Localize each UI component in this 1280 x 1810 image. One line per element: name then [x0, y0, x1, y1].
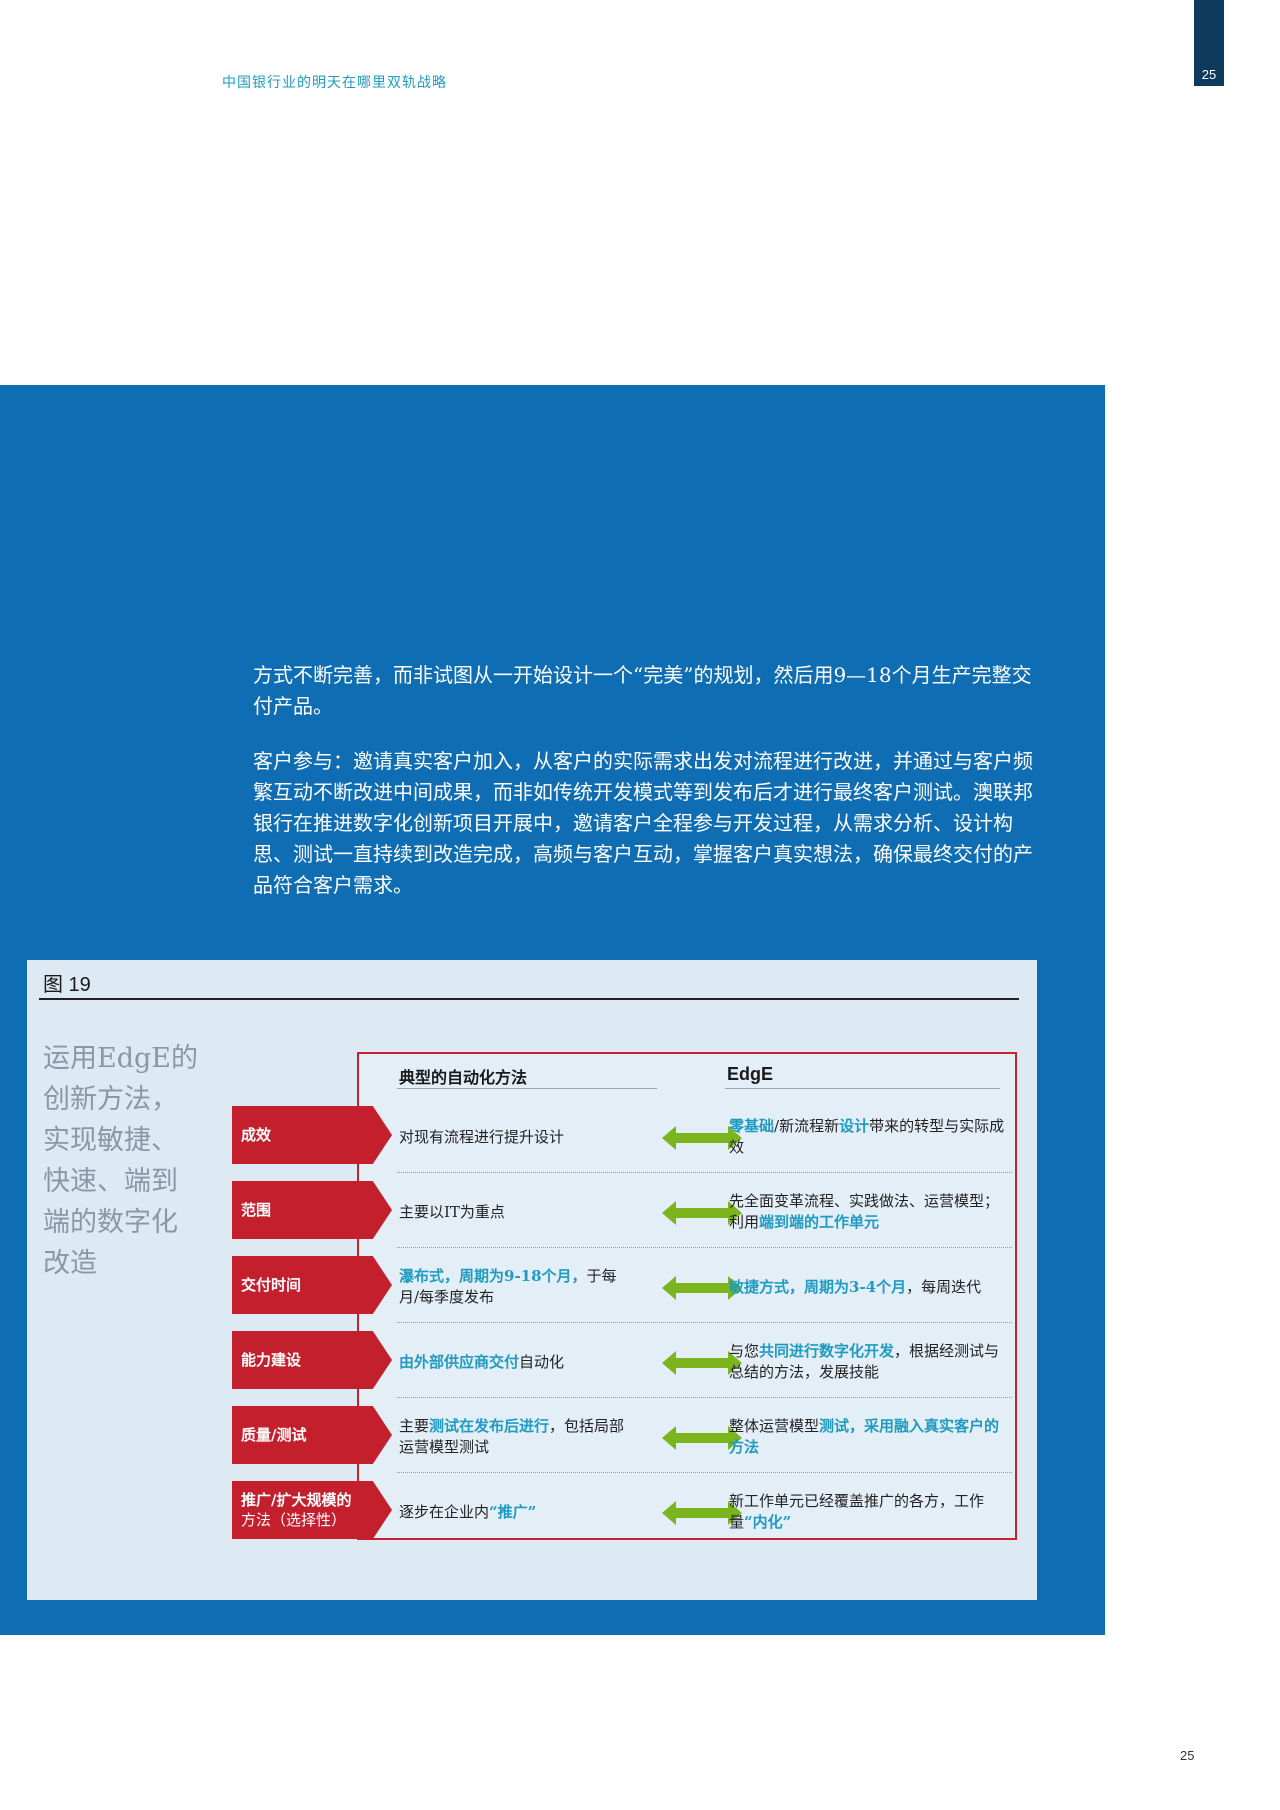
highlighted-text: 零基础: [729, 1117, 775, 1135]
row-label-text: 质量/测试: [241, 1426, 307, 1444]
edge-approach-cell: 整体运营模型测试，采用融入真实客户的方法: [729, 1408, 1009, 1466]
row-label-text: 范围: [241, 1201, 272, 1219]
highlighted-text: 敏捷方式，周期为3-4个月: [729, 1277, 907, 1296]
cell-text: 自动化: [519, 1352, 565, 1371]
edge-approach-cell: 与您共同进行数字化开发，根据经测试与总结的方法，发展技能: [729, 1333, 1009, 1391]
row-label-text: 成效: [241, 1126, 272, 1144]
comparison-row: 能力建设 由外部供应商交付自动化 与您共同进行数字化开发，根据经测试与总结的方法，发…: [232, 1325, 1022, 1400]
footer-page-number: 25: [1180, 1748, 1195, 1763]
body-text: 方式不断完善，而非试图从一开始设计一个“完美”的规划，然后用9—18个月生产完整…: [253, 660, 1038, 925]
figure-heading-line: 实现敏捷、: [43, 1125, 178, 1156]
edge-approach-cell: 先全面变革流程、实践做法、运营模型；利用端到端的工作单元: [729, 1183, 1009, 1241]
column-header-typical: 典型的自动化方法: [399, 1068, 528, 1087]
figure-label: 图 19: [43, 974, 91, 996]
highlighted-text: “内化”: [744, 1513, 792, 1531]
row-separator: [397, 1247, 1012, 1248]
column-header-rule: [397, 1088, 657, 1089]
figure-title-rule: [39, 998, 1019, 1000]
comparison-row: 交付时间 瀑布式，周期为9-18个月，于每月/每季度发布 敏捷方式，周期为3-4个月…: [232, 1250, 1022, 1325]
cell-text: 逐步在企业内: [399, 1502, 490, 1521]
row-separator: [397, 1172, 1012, 1173]
row-separator: [397, 1472, 1012, 1473]
column-header-edge: EdgE: [727, 1064, 774, 1084]
comparison-row: 推广/扩大规模的 方法（选择性） 逐步在企业内“推广” 新工作单元已经覆盖推广的各方，…: [232, 1475, 1022, 1550]
typical-approach-cell: 主要测试在发布后进行，包括局部运营模型测试: [399, 1408, 627, 1466]
figure-heading: 运用EdgE的 创新方法， 实现敏捷、 快速、端到 端的数字化 改造: [43, 1038, 213, 1284]
figure-heading-line: 改造: [43, 1248, 97, 1279]
highlighted-text: 端到端的工作单元: [759, 1213, 880, 1231]
typical-approach-cell: 逐步在企业内“推广”: [399, 1483, 627, 1541]
column-header-rule: [725, 1088, 1000, 1089]
row-separator: [397, 1397, 1012, 1398]
row-label: 能力建设: [232, 1331, 392, 1389]
highlighted-text: 测试在发布后进行: [429, 1417, 550, 1435]
row-label: 成效: [232, 1106, 392, 1164]
edge-approach-cell: 零基础/新流程新设计带来的转型与实际成效: [729, 1108, 1009, 1166]
typical-approach-cell: 由外部供应商交付自动化: [399, 1333, 627, 1391]
cell-text: 对现有流程进行提升设计: [399, 1127, 565, 1146]
page-tab-number: 25: [1201, 67, 1217, 82]
row-label: 范围: [232, 1181, 392, 1239]
row-label: 推广/扩大规模的 方法（选择性）: [232, 1481, 392, 1539]
figure-heading-line: 端的数字化: [43, 1207, 178, 1238]
body-paragraph-1: 方式不断完善，而非试图从一开始设计一个“完美”的规划，然后用9—18个月生产完整…: [253, 663, 1032, 718]
edge-approach-cell: 新工作单元已经覆盖推广的各方，工作量“内化”: [729, 1483, 1009, 1541]
highlighted-text: 瀑布式，周期为9-18个月，: [399, 1267, 587, 1285]
cell-text: 与您: [729, 1342, 760, 1360]
row-label-text: 方法（选择性）: [241, 1511, 347, 1529]
cell-text: 主要以IT为重点: [399, 1202, 505, 1221]
edge-approach-cell: 敏捷方式，周期为3-4个月，每周迭代: [729, 1258, 1009, 1316]
typical-approach-cell: 主要以IT为重点: [399, 1183, 627, 1241]
row-label-text: 交付时间: [241, 1276, 302, 1294]
figure-heading-line: 创新方法，: [43, 1084, 178, 1115]
highlighted-text: “推广”: [489, 1502, 537, 1521]
row-separator: [397, 1322, 1012, 1323]
comparison-row: 质量/测试 主要测试在发布后进行，包括局部运营模型测试 整体运营模型测试，采用融入真…: [232, 1400, 1022, 1475]
row-label-text: 推广/扩大规模的: [241, 1491, 352, 1509]
figure-heading-line: 快速、端到: [43, 1166, 178, 1197]
typical-approach-cell: 对现有流程进行提升设计: [399, 1108, 627, 1166]
body-paragraph-2: 客户参与：邀请真实客户加入，从客户的实际需求出发对流程进行改进，并通过与客户频繁…: [253, 749, 1033, 897]
cell-text: /新流程新: [774, 1117, 840, 1135]
cell-text: 主要: [399, 1417, 430, 1435]
row-label-text: 能力建设: [241, 1351, 302, 1369]
typical-approach-cell: 瀑布式，周期为9-18个月，于每月/每季度发布: [399, 1258, 627, 1316]
page-tab: 25: [1194, 0, 1224, 86]
row-label: 交付时间: [232, 1256, 392, 1314]
figure-19: 图 19 运用EdgE的 创新方法， 实现敏捷、 快速、端到 端的数字化 改造 …: [27, 960, 1037, 1600]
comparison-row: 成效 对现有流程进行提升设计 零基础/新流程新设计带来的转型与实际成效: [232, 1100, 1022, 1175]
cell-text: 整体运营模型: [729, 1417, 820, 1435]
highlighted-text: 共同进行数字化开发: [759, 1342, 895, 1360]
cell-text: ，每周迭代: [906, 1277, 982, 1296]
comparison-row: 范围 主要以IT为重点 先全面变革流程、实践做法、运营模型；利用端到端的工作单元: [232, 1175, 1022, 1250]
highlighted-text: 由外部供应商交付: [399, 1352, 520, 1371]
highlighted-text: 设计: [839, 1117, 870, 1135]
figure-heading-line: 运用EdgE的: [43, 1043, 198, 1074]
running-header: 中国银行业的明天在哪里双轨战略: [222, 75, 447, 91]
row-label: 质量/测试: [232, 1406, 392, 1464]
